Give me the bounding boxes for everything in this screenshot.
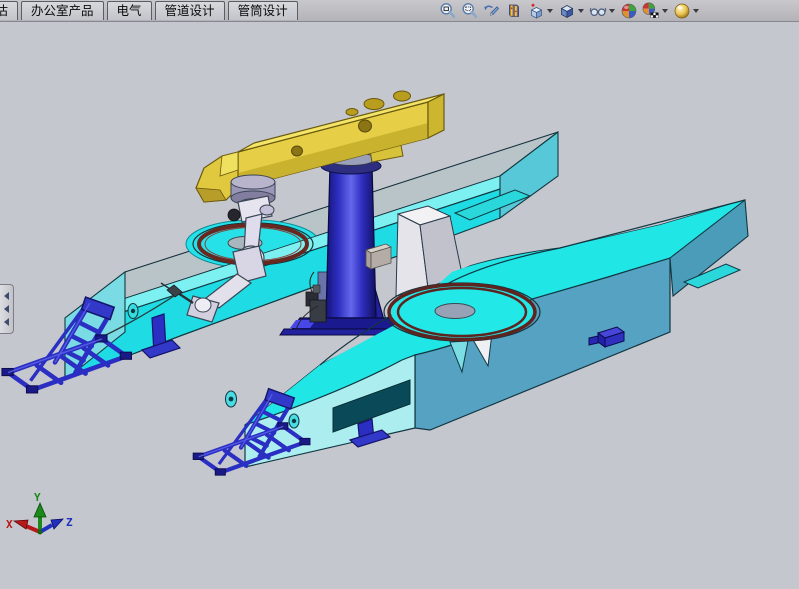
hide-show-items-button[interactable] xyxy=(588,1,608,20)
hide-show-items-icon xyxy=(589,2,607,20)
heads-up-view-toolbar xyxy=(437,1,702,20)
z-axis-arrow xyxy=(51,519,63,529)
display-style-icon xyxy=(558,2,576,20)
section-view-icon xyxy=(505,2,523,20)
arm-motor xyxy=(228,209,240,221)
x-axis-label: X xyxy=(6,518,13,531)
edit-appearance-button[interactable] xyxy=(619,1,639,20)
zoom-to-area-icon xyxy=(461,2,479,20)
ring-center-hole xyxy=(435,304,475,319)
3d-viewport[interactable]: X Y Z xyxy=(0,22,799,589)
solidworks-window: { "app": {"description": "SolidWorks 3D … xyxy=(0,0,799,589)
view-orientation-dropdown-arrow[interactable] xyxy=(547,9,553,13)
view-orientation-button[interactable] xyxy=(526,1,546,20)
display-style-button[interactable] xyxy=(557,1,577,20)
rotary-ring-right[interactable] xyxy=(384,283,540,341)
previous-view-icon xyxy=(483,2,501,20)
tab-piping-design[interactable]: 管道设计 xyxy=(155,1,225,20)
z-axis-label: Z xyxy=(66,516,73,529)
zoom-to-fit-button[interactable] xyxy=(438,1,458,20)
section-view-button[interactable] xyxy=(504,1,524,20)
tab-office-products[interactable]: 办公室产品 xyxy=(21,1,104,20)
view-orientation-icon xyxy=(527,2,545,20)
command-tabs: 评估 办公室产品 电气 管道设计 管筒设计 xyxy=(0,1,301,21)
tab-evaluate-clipped[interactable]: 评估 xyxy=(0,1,18,20)
zoom-to-area-button[interactable] xyxy=(460,1,480,20)
support-stand-right[interactable] xyxy=(193,389,310,475)
y-axis-arrow xyxy=(34,503,46,517)
view-settings-icon xyxy=(673,2,691,20)
apply-scene-button[interactable] xyxy=(641,1,661,20)
tab-electrical[interactable]: 电气 xyxy=(107,1,152,20)
y-axis-label: Y xyxy=(34,491,41,504)
edit-appearance-icon xyxy=(620,2,638,20)
tab-tubing-design[interactable]: 管筒设计 xyxy=(228,1,298,20)
support-stand-left[interactable] xyxy=(2,297,132,393)
command-bar: 评估 办公室产品 电气 管道设计 管筒设计 xyxy=(0,0,799,22)
view-settings-dropdown-arrow[interactable] xyxy=(693,9,699,13)
zoom-to-fit-icon xyxy=(439,2,457,20)
view-settings-button[interactable] xyxy=(672,1,692,20)
hide-show-items-dropdown-arrow[interactable] xyxy=(609,9,615,13)
display-style-dropdown-arrow[interactable] xyxy=(578,9,584,13)
apply-scene-dropdown-arrow[interactable] xyxy=(662,9,668,13)
orientation-triad: X Y Z xyxy=(6,491,73,535)
apply-scene-icon xyxy=(642,2,660,20)
x-axis-arrow xyxy=(14,520,28,529)
previous-view-button[interactable] xyxy=(482,1,502,20)
